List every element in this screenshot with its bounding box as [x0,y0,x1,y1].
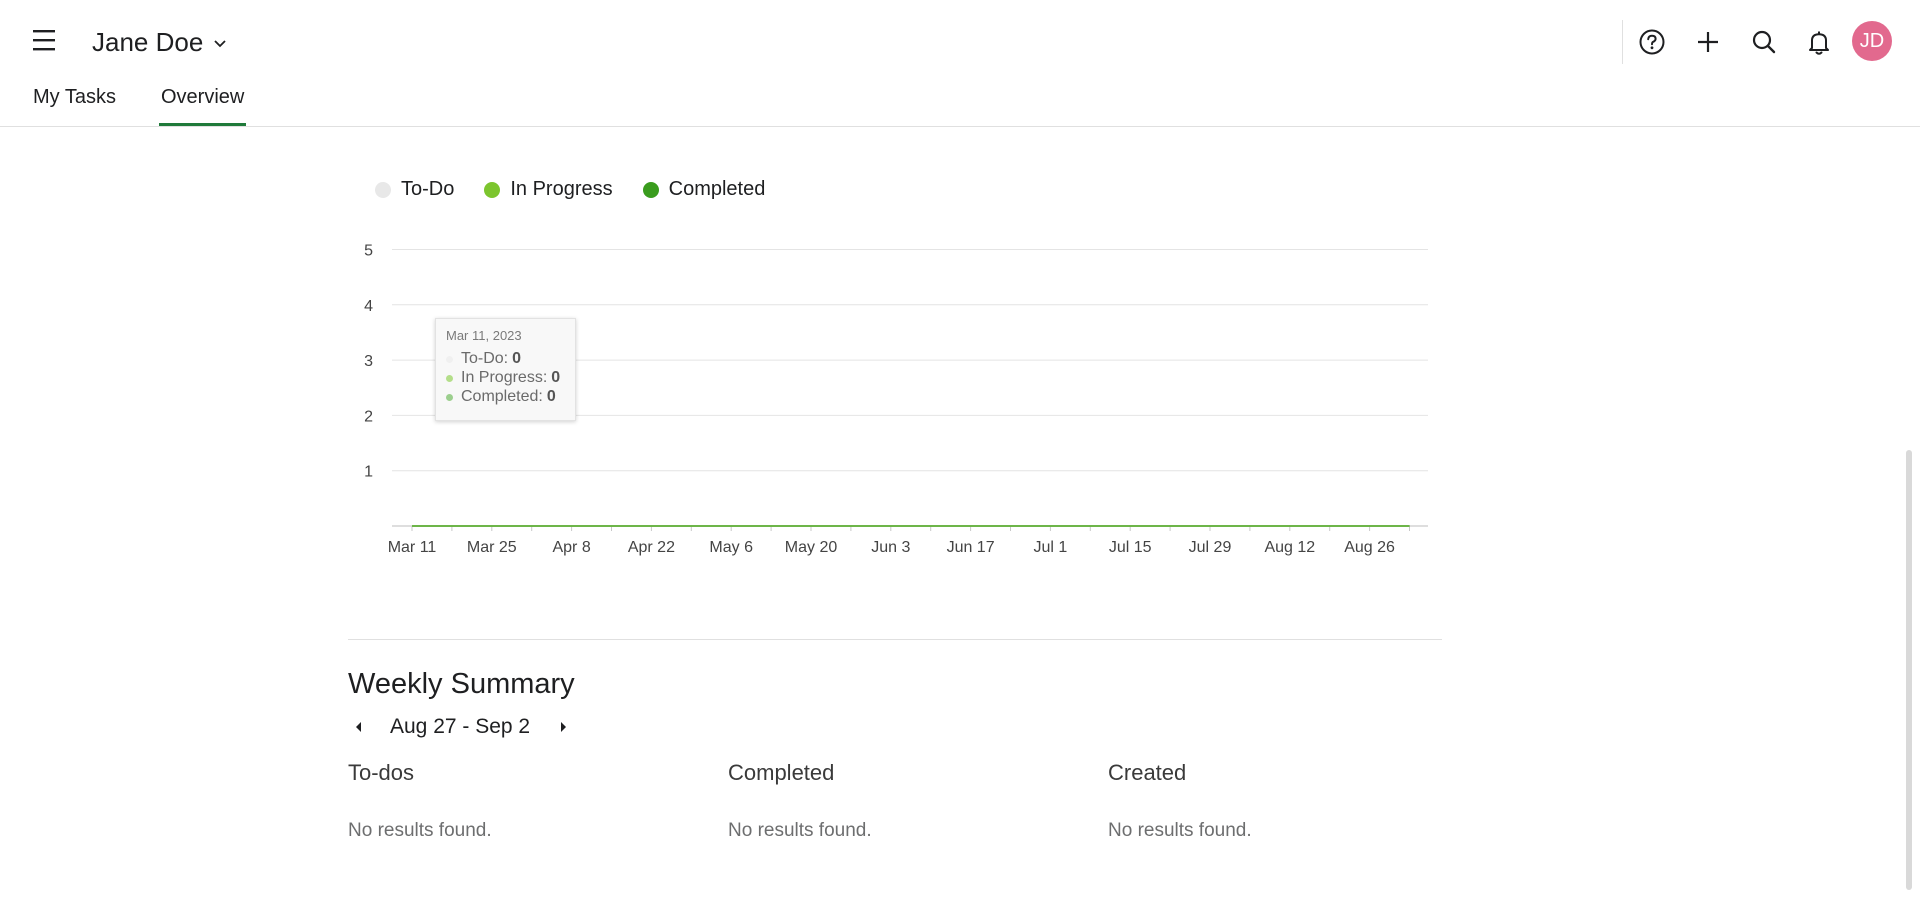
y-tick-label: 3 [364,353,373,370]
tooltip-row-in-progress: In Progress: 0 [446,369,560,387]
notifications-button[interactable] [1799,22,1839,62]
tooltip-row-completed: Completed: 0 [446,388,556,406]
tooltip-value: 0 [551,369,561,386]
legend-item-todo[interactable]: To-Do [375,178,454,201]
chevron-down-icon [214,40,226,48]
y-tick-label: 1 [364,464,373,481]
column-title: Completed [728,760,835,785]
tooltip-label: To-Do: [461,350,509,367]
legend-label: Completed [668,178,766,200]
legend-item-completed[interactable]: Completed [642,178,766,201]
page-scrollbar[interactable] [1906,450,1912,890]
x-tick-label: Aug 12 [1264,539,1315,556]
tooltip-value: 0 [512,350,522,367]
legend-item-in-progress[interactable]: In Progress [484,178,613,201]
week-range: Aug 27 - Sep 2 [390,715,531,738]
y-tick-label: 5 [364,243,373,260]
chart-tooltip: Mar 11, 2023 To-Do: 0 In Progress: 0 Com… [435,318,576,421]
x-tick-label: May 6 [709,539,753,556]
x-tick-label: Mar 25 [467,539,517,556]
column-title: Created [1108,760,1187,785]
x-tick-label: Mar 11 [388,539,437,556]
tooltip-row-todo: To-Do: 0 [446,350,521,368]
plus-icon [1698,32,1718,52]
avatar[interactable]: JD [1852,21,1892,61]
caret-right-icon [561,722,567,732]
tooltip-dot [446,355,453,363]
y-tick-label: 2 [364,408,373,425]
user-switcher[interactable]: Jane Doe [92,22,227,62]
empty-state: No results found. [728,820,872,841]
tooltip-dot [446,393,453,401]
column-title: To-dos [348,760,415,785]
y-tick-label: 4 [364,298,373,315]
legend-dot [642,181,659,198]
summary-column-todos: To-dos No results found. [348,760,492,841]
legend-label: To-Do [401,178,455,200]
tab-overview[interactable]: Overview [158,86,247,126]
search-button[interactable] [1744,22,1784,62]
empty-state: No results found. [1108,820,1252,841]
chart-legend: To-Do In Progress Completed [375,178,795,201]
tooltip-label: Completed: [461,388,543,405]
section-divider [348,639,1442,640]
bell-icon [1809,31,1829,55]
caret-left-icon [356,722,361,732]
week-navigation: Aug 27 - Sep 2 [348,712,574,742]
menu-icon [33,30,55,51]
summary-column-completed: Completed No results found. [728,760,872,841]
legend-dot [375,181,391,198]
weekly-summary-title: Weekly Summary [348,668,575,700]
x-tick-label: Jun 3 [871,539,910,556]
x-tick-label: Apr 8 [552,539,590,556]
legend-dot [484,181,501,198]
search-icon [1752,30,1776,54]
menu-button[interactable] [28,26,62,56]
tab-my-tasks[interactable]: My Tasks [33,86,116,126]
x-tick-label: Apr 22 [628,539,675,556]
header-divider [1622,20,1623,64]
x-tick-label: Jul 1 [1034,539,1068,556]
tooltip-label: In Progress: [461,369,548,386]
legend-label: In Progress [510,178,613,200]
x-tick-label: Jul 15 [1109,539,1152,556]
tooltip-dot [446,374,453,382]
empty-state: No results found. [348,820,492,841]
next-week-button[interactable] [552,715,574,739]
previous-week-button[interactable] [348,715,370,739]
x-tick-label: Jun 17 [947,539,995,556]
tooltip-value: 0 [546,388,556,405]
top-bar: Jane Doe JD My Tasks Overview [0,0,1920,127]
user-name: Jane Doe [92,26,204,57]
help-button[interactable] [1632,22,1672,62]
x-tick-label: Aug 26 [1344,539,1395,556]
x-tick-label: Jul 29 [1189,539,1232,556]
summary-column-created: Created No results found. [1108,760,1252,841]
help-icon [1639,29,1665,55]
tooltip-date: Mar 11, 2023 [446,328,522,343]
add-button[interactable] [1688,22,1728,62]
x-tick-label: May 20 [785,539,838,556]
